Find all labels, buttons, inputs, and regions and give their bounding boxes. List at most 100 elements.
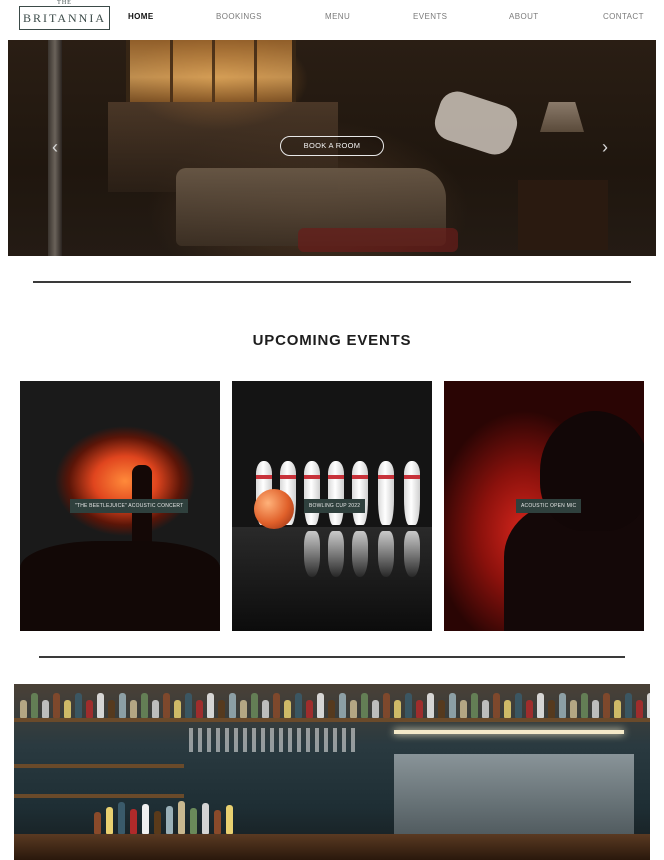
bottle [636, 700, 643, 718]
bottle [64, 700, 71, 718]
bottle [372, 700, 379, 718]
bottle [20, 700, 27, 718]
bottle [427, 693, 434, 718]
bottle [108, 700, 115, 718]
bottle [570, 700, 577, 718]
hero-lamp [540, 102, 584, 132]
bottle [214, 810, 221, 834]
bottle [130, 700, 137, 718]
bottle [482, 700, 489, 718]
bottle [559, 693, 566, 718]
chevron-right-icon[interactable]: › [602, 138, 608, 156]
bottle [493, 693, 500, 718]
bar-photo [14, 684, 650, 860]
bowling-ball [254, 489, 294, 529]
hero-window [126, 40, 296, 102]
bottle [190, 808, 197, 834]
nav-bookings[interactable]: BOOKINGS [216, 12, 262, 21]
bottle [251, 693, 258, 718]
hero-carousel: ‹ › BOOK A ROOM [8, 40, 656, 256]
bottle [185, 693, 192, 718]
bottle [202, 803, 209, 834]
bottle [449, 693, 456, 718]
section-divider [39, 656, 625, 658]
bottle [229, 693, 236, 718]
bottle [86, 700, 93, 718]
bottle [119, 693, 126, 718]
bottle [328, 700, 335, 718]
nav-home[interactable]: HOME [128, 12, 154, 21]
bottle [537, 693, 544, 718]
logo-name: BRITANNIA [22, 11, 107, 25]
bottle [141, 693, 148, 718]
logo-small-text: THE [54, 0, 75, 6]
event-card-open-mic[interactable]: ACOUSTIC OPEN MIC [444, 381, 644, 631]
bottle [548, 700, 555, 718]
bottle [207, 693, 214, 718]
event-card-bowling[interactable]: BOWLING CUP 2022 [232, 381, 432, 631]
hero-rug [298, 228, 458, 252]
bottle [350, 700, 357, 718]
bottle [163, 693, 170, 718]
bottle [526, 700, 533, 718]
bottle [178, 801, 185, 834]
bottle [174, 700, 181, 718]
bottle [106, 807, 113, 834]
hero-pillow [430, 86, 522, 160]
bottle [166, 806, 173, 834]
nav-events[interactable]: EVENTS [413, 12, 447, 21]
bottle [306, 700, 313, 718]
bottle [361, 693, 368, 718]
bottle [647, 693, 650, 718]
bottle [339, 693, 346, 718]
bottle [142, 804, 149, 834]
event-label: "THE BEETLEJUICE" ACOUSTIC CONCERT [70, 499, 189, 513]
bottle [154, 811, 161, 834]
bottle [75, 693, 82, 718]
bottle [218, 700, 225, 718]
upcoming-events-title: UPCOMING EVENTS [252, 332, 412, 349]
bottle [196, 700, 203, 718]
bottle [394, 700, 401, 718]
bottle [42, 700, 49, 718]
bottle [118, 802, 125, 834]
bottle [383, 693, 390, 718]
bottle [240, 700, 247, 718]
bottle [581, 693, 588, 718]
bottle [152, 700, 159, 718]
bottle [416, 700, 423, 718]
bottle [603, 693, 610, 718]
bottle [284, 700, 291, 718]
bottle [471, 693, 478, 718]
bottle [405, 693, 412, 718]
bottle [295, 693, 302, 718]
bottle [317, 693, 324, 718]
event-label: ACOUSTIC OPEN MIC [516, 499, 582, 513]
bottle [94, 812, 101, 834]
bottle [460, 700, 467, 718]
bottle [614, 700, 621, 718]
top-nav: THE BRITANNIA HOME BOOKINGS MENU EVENTS … [0, 0, 664, 38]
nav-menu[interactable]: MENU [325, 12, 350, 21]
bottle [592, 700, 599, 718]
chevron-left-icon[interactable]: ‹ [52, 138, 58, 156]
bottle [226, 805, 233, 834]
bottle [515, 693, 522, 718]
bottle [273, 693, 280, 718]
bottle [625, 693, 632, 718]
bottle [130, 809, 137, 834]
section-divider [33, 281, 631, 283]
nav-about[interactable]: ABOUT [509, 12, 539, 21]
nav-contact[interactable]: CONTACT [603, 12, 644, 21]
bottle [262, 700, 269, 718]
book-a-room-button[interactable]: BOOK A ROOM [280, 136, 384, 156]
bottle [53, 693, 60, 718]
britannia-logo[interactable]: THE BRITANNIA [19, 0, 110, 30]
event-label: BOWLING CUP 2022 [304, 499, 366, 513]
hero-nightstand [518, 180, 608, 250]
bottle [31, 693, 38, 718]
event-card-concert[interactable]: "THE BEETLEJUICE" ACOUSTIC CONCERT [20, 381, 220, 631]
bottle [438, 700, 445, 718]
bottle [97, 693, 104, 718]
bottle [504, 700, 511, 718]
